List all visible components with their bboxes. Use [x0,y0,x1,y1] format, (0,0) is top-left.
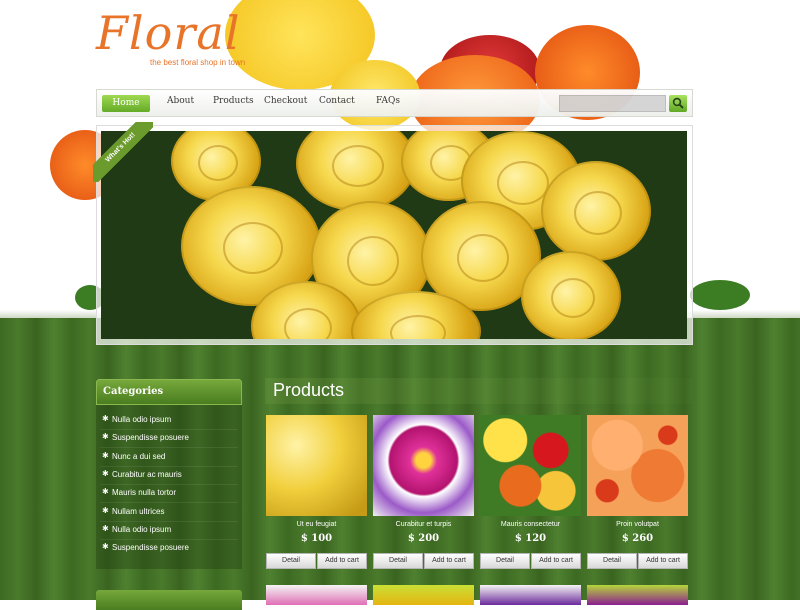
flower-bullet-icon: ✱ [102,469,109,478]
add-to-cart-button[interactable]: Add to cart [638,553,688,569]
product-image[interactable] [373,585,474,605]
product-name[interactable]: Mauris consectetur [480,521,581,528]
flower-bullet-icon: ✱ [102,432,109,441]
nav-home[interactable]: Home [102,95,150,112]
product-price: $ 100 [300,533,333,544]
product-image[interactable] [587,585,688,605]
rose-shape [521,251,621,339]
products-title: Products [273,380,345,400]
categories-title: Categories [103,386,164,397]
product-image[interactable] [373,415,474,516]
categories-header: Categories [96,379,242,405]
category-item[interactable]: ✱ Nulla odio ipsum [100,522,238,540]
product-image[interactable] [587,415,688,516]
nav-contact[interactable]: Contact [319,96,355,106]
product-image[interactable] [480,415,581,516]
category-item[interactable]: ✱ Mauris nulla tortor [100,485,238,503]
rose-shape [296,131,416,211]
product-card: Proin volutpat $ 260 Detail Add to cart [587,415,688,575]
nav-checkout[interactable]: Checkout [264,96,307,106]
logo-tagline: the best floral shop in town [150,58,246,67]
product-price: $ 120 [514,533,547,544]
main-nav: Home About Products Checkout Contact FAQ… [96,89,693,117]
product-name[interactable]: Proin volutpat [587,521,688,528]
divider [100,502,238,503]
detail-button[interactable]: Detail [480,553,530,569]
add-to-cart-button[interactable]: Add to cart [424,553,474,569]
category-item[interactable]: ✱ Curabitur ac mauris [100,467,238,485]
detail-button[interactable]: Detail [373,553,423,569]
flower-bullet-icon: ✱ [102,542,109,551]
search-button[interactable] [669,95,687,112]
nav-products[interactable]: Products [213,96,254,106]
product-price: $ 200 [407,533,440,544]
category-item[interactable]: ✱ Nulla odio ipsum [100,412,238,430]
flower-bullet-icon: ✱ [102,451,109,460]
product-card: Curabitur et turpis $ 200 Detail Add to … [373,415,474,575]
nav-faqs[interactable]: FAQs [376,96,400,106]
category-item[interactable]: ✱ Suspendisse posuere [100,540,238,558]
whats-hot-label: What's Hot! [93,122,153,182]
flower-bullet-icon: ✱ [102,506,109,515]
category-item[interactable]: ✱ Nunc a dui sed [100,449,238,467]
leaf-decoration [690,280,750,310]
nav-about[interactable]: About [167,96,194,106]
flower-bullet-icon: ✱ [102,487,109,496]
search-input[interactable] [559,95,666,112]
logo[interactable]: Floral the best floral shop in town [96,6,266,72]
flower-bullet-icon: ✱ [102,414,109,423]
product-name[interactable]: Ut eu feugiat [266,521,367,528]
flower-bullet-icon: ✱ [102,524,109,533]
category-item[interactable]: ✱ Suspendisse posuere [100,430,238,448]
product-image[interactable] [266,415,367,516]
second-panel-header [96,590,242,610]
product-name[interactable]: Curabitur et turpis [373,521,474,528]
add-to-cart-button[interactable]: Add to cart [317,553,367,569]
whats-hot-ribbon: What's Hot! [93,122,153,182]
product-price: $ 260 [621,533,654,544]
banner-image[interactable] [101,131,687,339]
add-to-cart-button[interactable]: Add to cart [531,553,581,569]
detail-button[interactable]: Detail [266,553,316,569]
category-item[interactable]: ✱ Nullam ultrices [100,504,238,522]
product-image[interactable] [266,585,367,605]
logo-text: Floral [96,6,241,60]
rose-shape [541,161,651,261]
search-icon [672,97,684,109]
detail-button[interactable]: Detail [587,553,637,569]
product-card: Ut eu feugiat $ 100 Detail Add to cart [266,415,367,575]
divider [100,447,238,448]
product-image[interactable] [480,585,581,605]
product-card: Mauris consectetur $ 120 Detail Add to c… [480,415,581,575]
